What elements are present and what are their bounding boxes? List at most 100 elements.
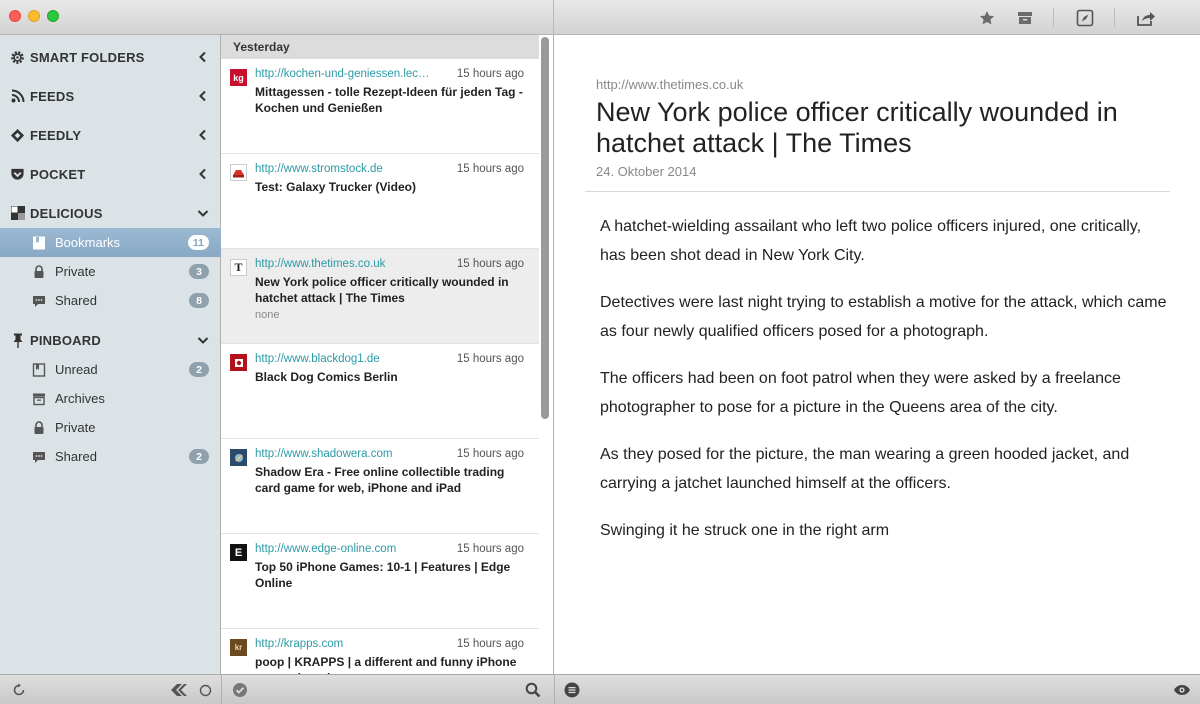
article-time: 15 hours ago (456, 638, 524, 650)
unread-filter-circle-icon[interactable] (197, 682, 213, 698)
share-icon[interactable] (1136, 8, 1156, 28)
archive-icon[interactable] (1015, 8, 1035, 28)
count-badge: 11 (187, 235, 209, 250)
bookmark-icon (33, 236, 45, 249)
sidebar-item-label: Shared (55, 293, 97, 308)
sidebar-item-label: Archives (55, 391, 105, 406)
chevron-left-icon[interactable] (197, 90, 209, 102)
article-title: Top 50 iPhone Games: 10-1 | Features | E… (255, 560, 511, 590)
sidebar-item-shared[interactable]: Shared 2 (0, 442, 221, 471)
article-list-item[interactable]: http://www.blackdog1.de 15 hours ago Bla… (221, 344, 539, 439)
count-badge: 2 (189, 449, 209, 464)
site-favicon: T (230, 259, 247, 276)
site-favicon: E (230, 544, 247, 561)
article-body: A hatchet-wielding assailant who left tw… (600, 212, 1170, 563)
bottom-bar (0, 674, 1200, 704)
divider (585, 191, 1170, 192)
article-list-item[interactable]: http://www.stromstock.de 15 hours ago Te… (221, 154, 539, 249)
mark-all-read-icon[interactable] (232, 682, 248, 698)
sidebar-item-shared[interactable]: Shared 8 (0, 286, 221, 315)
article-source-url[interactable]: http://www.thetimes.co.uk (596, 77, 743, 92)
search-icon[interactable] (525, 682, 541, 698)
site-favicon (230, 164, 247, 181)
section-delicious[interactable]: DELICIOUS (0, 198, 221, 228)
section-label: DELICIOUS (30, 205, 103, 221)
article-list-item[interactable]: http://www.shadowera.com 15 hours ago Sh… (221, 439, 539, 534)
section-smart-folders[interactable]: SMART FOLDERS (0, 42, 221, 72)
chat-icon (33, 451, 45, 463)
sidebar-item-unread[interactable]: Unread 2 (0, 355, 221, 384)
list-scrollbar[interactable] (541, 37, 549, 419)
article-list-item[interactable]: kr http://krapps.com 15 hours ago poop |… (221, 629, 539, 674)
article-time: 15 hours ago (456, 353, 524, 365)
chevron-left-icon[interactable] (197, 129, 209, 141)
article-url: http://kochen-und-geniessen.lec… (255, 68, 430, 80)
chevron-left-icon[interactable] (197, 51, 209, 63)
article-time: 15 hours ago (456, 258, 524, 270)
gear-icon (10, 50, 25, 65)
article-title: Mittagessen - tolle Rezept-Ideen für jed… (255, 85, 523, 115)
compass-icon[interactable] (1075, 8, 1095, 28)
section-pinboard[interactable]: PINBOARD (0, 325, 221, 355)
minimize-window-button[interactable] (28, 10, 40, 22)
feedly-icon (10, 128, 25, 143)
section-feedly[interactable]: FEEDLY (0, 120, 221, 150)
section-label: FEEDS (30, 88, 75, 104)
sidebar-item-bookmarks[interactable]: Bookmarks 11 (0, 228, 221, 257)
archive-icon (33, 393, 45, 405)
refresh-icon[interactable] (11, 682, 27, 698)
sidebar-item-private[interactable]: Private (0, 413, 221, 442)
site-favicon (230, 449, 247, 466)
lock-icon (34, 420, 44, 434)
count-badge: 3 (189, 264, 209, 279)
article-list-item[interactable]: E http://www.edge-online.com 15 hours ag… (221, 534, 539, 629)
window-toolbar (0, 0, 1200, 35)
site-favicon: kg (230, 69, 247, 86)
section-label: FEEDLY (30, 127, 82, 143)
article-menu-icon[interactable] (564, 682, 580, 698)
sidebar-item-label: Bookmarks (55, 235, 121, 250)
delicious-icon (10, 206, 25, 221)
section-pocket[interactable]: POCKET (0, 159, 221, 189)
article-title: poop | KRAPPS | a different and funny iP… (255, 655, 517, 674)
article-time: 15 hours ago (456, 163, 524, 175)
article-paragraph: Detectives were last night trying to est… (600, 294, 1167, 340)
section-label: PINBOARD (30, 332, 101, 348)
article-url: http://www.edge-online.com (255, 543, 397, 555)
close-window-button[interactable] (9, 10, 21, 22)
eye-icon[interactable] (1172, 682, 1192, 698)
bottom-divider (221, 675, 222, 704)
chevron-down-icon[interactable] (197, 207, 209, 219)
sidebar: SMART FOLDERS FEEDS FEEDLY POCKET DELICI… (0, 35, 221, 674)
sidebar-item-archives[interactable]: Archives (0, 384, 221, 413)
article-list: Yesterday kg http://kochen-und-geniessen… (221, 35, 554, 674)
count-badge: 8 (189, 293, 209, 308)
article-excerpt: none (255, 309, 280, 321)
zoom-window-button[interactable] (47, 10, 59, 22)
sidebar-item-private[interactable]: Private 3 (0, 257, 221, 286)
bookmark-icon (32, 362, 46, 377)
article-title: Black Dog Comics Berlin (255, 370, 398, 384)
chevron-down-icon[interactable] (197, 334, 209, 346)
sidebar-item-label: Private (55, 264, 96, 279)
article-time: 15 hours ago (456, 543, 524, 555)
article-paragraph: The officers had been on foot patrol whe… (600, 370, 1121, 416)
section-feeds[interactable]: FEEDS (0, 81, 221, 111)
article-url: http://www.thetimes.co.uk (255, 258, 386, 270)
chevron-left-icon[interactable] (197, 168, 209, 180)
chat-icon (33, 295, 45, 307)
article-title: New York police officer critically wound… (255, 275, 509, 305)
star-icon[interactable] (977, 8, 997, 28)
sidebar-item-label: Private (55, 420, 96, 435)
article-list-item[interactable]: kg http://kochen-und-geniessen.lec… 15 h… (221, 59, 539, 154)
article-time: 15 hours ago (456, 448, 524, 460)
site-favicon (230, 354, 247, 371)
bottom-divider (554, 675, 555, 704)
toolbar-divider (553, 0, 554, 35)
article-url: http://krapps.com (255, 638, 344, 650)
article-title: Shadow Era - Free online collectible tra… (255, 465, 505, 495)
count-badge: 2 (189, 362, 209, 377)
article-list-item[interactable]: T http://www.thetimes.co.uk 15 hours ago… (221, 249, 539, 344)
sync-services-icon[interactable] (170, 682, 190, 698)
article-date: 24. Oktober 2014 (596, 164, 697, 179)
